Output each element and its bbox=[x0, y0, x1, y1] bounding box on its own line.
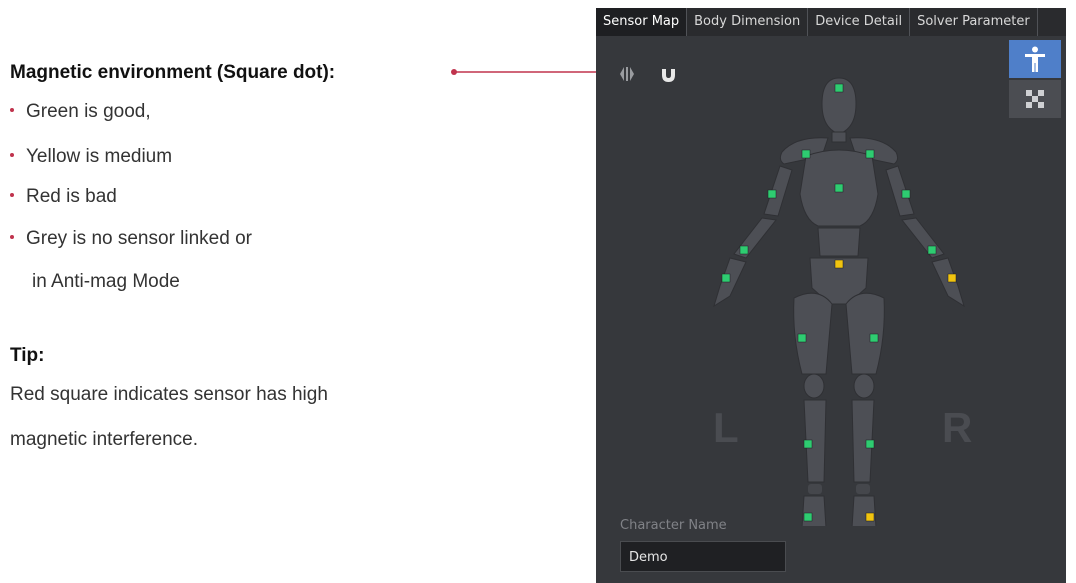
figure-neck bbox=[831, 131, 847, 143]
sensor-dot-hips[interactable] bbox=[834, 259, 844, 269]
body-figure bbox=[713, 77, 965, 526]
figure-right-knee bbox=[853, 373, 875, 399]
sensor-dot-left-forearm[interactable] bbox=[739, 245, 749, 255]
tab-body-dimension[interactable]: Body Dimension bbox=[687, 8, 809, 36]
tab-sensor-map[interactable]: Sensor Map bbox=[596, 8, 688, 36]
figure-right-thigh bbox=[845, 292, 885, 375]
sensor-map-panel: Sensor Map Body Dimension Device Detail … bbox=[596, 8, 1066, 583]
figure-right-forearm bbox=[901, 217, 945, 259]
sensor-dot-right-forearm[interactable] bbox=[927, 245, 937, 255]
figure-left-knee bbox=[803, 373, 825, 399]
sensor-dot-head[interactable] bbox=[834, 83, 844, 93]
sensor-dot-right-shoulder[interactable] bbox=[865, 149, 875, 159]
tab-bar: Sensor Map Body Dimension Device Detail … bbox=[596, 8, 1066, 36]
tab-device-detail[interactable]: Device Detail bbox=[808, 8, 911, 36]
right-side-label: R bbox=[942, 404, 973, 451]
sensor-dot-right-shin[interactable] bbox=[865, 439, 875, 449]
sensor-dot-left-hand[interactable] bbox=[721, 273, 731, 283]
character-name-label: Character Name bbox=[620, 518, 727, 533]
figure-left-thigh bbox=[793, 292, 833, 375]
sensor-dot-right-hand[interactable] bbox=[947, 273, 957, 283]
figure-right-foot bbox=[851, 495, 877, 526]
sensor-dot-right-foot[interactable] bbox=[865, 512, 875, 522]
tab-solver-parameter[interactable]: Solver Parameter bbox=[910, 8, 1038, 36]
sensor-dot-left-foot[interactable] bbox=[803, 512, 813, 522]
character-name-input[interactable]: Demo bbox=[620, 541, 786, 572]
sensor-dot-left-shoulder[interactable] bbox=[801, 149, 811, 159]
sensor-dot-left-shin[interactable] bbox=[803, 439, 813, 449]
sensor-dot-chest[interactable] bbox=[834, 183, 844, 193]
figure-left-foot bbox=[801, 495, 827, 526]
sensor-dot-right-thigh[interactable] bbox=[869, 333, 879, 343]
left-side-label: L bbox=[713, 404, 739, 451]
sensor-dot-right-upper-arm[interactable] bbox=[901, 189, 911, 199]
sensor-dot-left-upper-arm[interactable] bbox=[767, 189, 777, 199]
sensor-dot-left-thigh[interactable] bbox=[797, 333, 807, 343]
figure-abdomen bbox=[817, 227, 861, 257]
